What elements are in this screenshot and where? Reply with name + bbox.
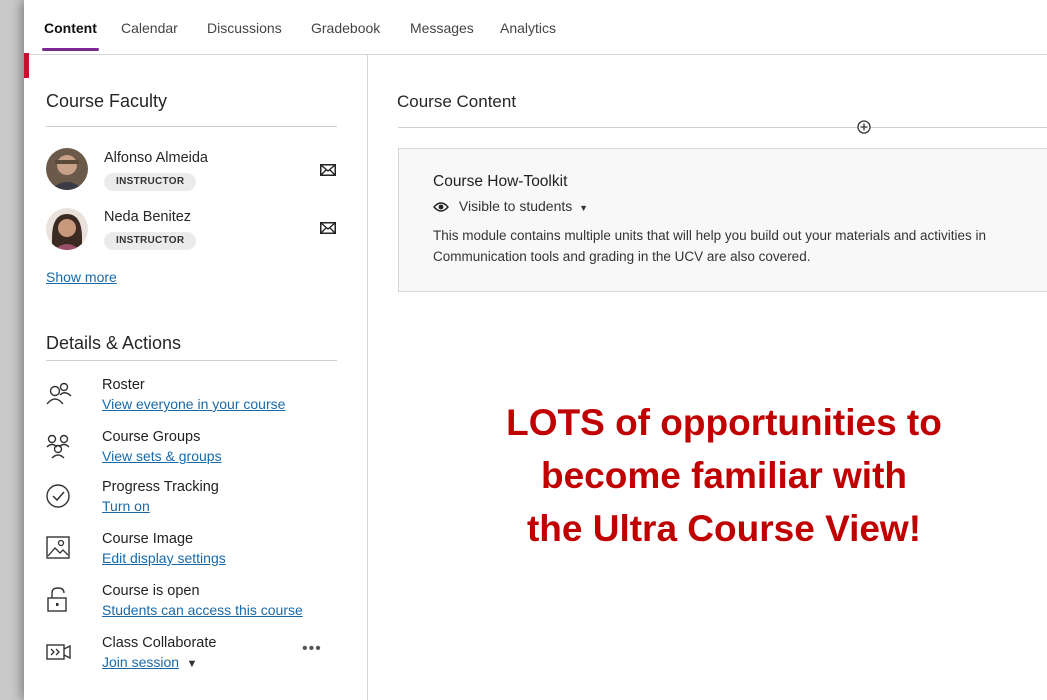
roster-icon bbox=[46, 382, 72, 405]
detail-course-open: Course is open Students can access this … bbox=[46, 583, 346, 627]
module-description: This module contains multiple units that… bbox=[433, 225, 1047, 267]
headline-line: become familiar with bbox=[541, 455, 907, 496]
check-circle-icon bbox=[46, 484, 70, 508]
groups-icon bbox=[46, 434, 70, 459]
headline-line: LOTS of opportunities to bbox=[506, 402, 942, 443]
detail-title: Progress Tracking bbox=[102, 479, 219, 495]
add-content-icon[interactable] bbox=[857, 120, 871, 134]
detail-class-collaborate: Class Collaborate Join session ▼ bbox=[46, 635, 346, 679]
image-icon bbox=[46, 536, 70, 559]
divider bbox=[46, 126, 337, 127]
detail-title: Course Groups bbox=[102, 429, 201, 445]
left-sidebar: Course Faculty Alfonso Almeida INSTRUCTO… bbox=[24, 54, 368, 700]
role-badge: INSTRUCTOR bbox=[104, 173, 197, 191]
detail-title: Class Collaborate bbox=[102, 635, 217, 651]
view-roster-link[interactable]: View everyone in your course bbox=[102, 396, 285, 412]
detail-title: Roster bbox=[102, 377, 145, 393]
edit-display-settings-link[interactable]: Edit display settings bbox=[102, 550, 226, 566]
join-session-control[interactable]: Join session ▼ bbox=[102, 654, 197, 672]
role-badge: INSTRUCTOR bbox=[104, 232, 197, 250]
visibility-dropdown[interactable]: Visible to students ▼ bbox=[433, 198, 588, 214]
detail-course-groups: Course Groups View sets & groups bbox=[46, 429, 346, 473]
divider bbox=[398, 127, 1047, 128]
show-more-link[interactable]: Show more bbox=[46, 269, 117, 285]
tab-analytics[interactable]: Analytics bbox=[500, 20, 556, 36]
tab-calendar[interactable]: Calendar bbox=[121, 20, 178, 36]
mail-icon[interactable] bbox=[320, 164, 336, 176]
avatar[interactable] bbox=[46, 208, 88, 250]
detail-title: Course is open bbox=[102, 583, 200, 599]
detail-course-image: Course Image Edit display settings bbox=[46, 531, 346, 575]
join-session-link[interactable]: Join session bbox=[102, 654, 179, 670]
unlock-icon bbox=[47, 587, 67, 612]
chevron-down-icon[interactable]: ▼ bbox=[187, 658, 198, 670]
turn-on-link[interactable]: Turn on bbox=[102, 498, 150, 514]
description-line: This module contains multiple units that… bbox=[433, 228, 987, 243]
tab-discussions[interactable]: Discussions bbox=[207, 20, 282, 36]
top-navigation: Content Calendar Discussions Gradebook M… bbox=[24, 0, 1047, 55]
promo-headline: LOTS of opportunities to become familiar… bbox=[444, 396, 1004, 555]
description-line: Communication tools and grading in the U… bbox=[433, 249, 811, 264]
details-actions-title: Details & Actions bbox=[46, 333, 182, 353]
detail-progress-tracking: Progress Tracking Turn on bbox=[46, 479, 346, 523]
divider bbox=[46, 360, 337, 361]
view-groups-link[interactable]: View sets & groups bbox=[102, 448, 222, 464]
tab-gradebook[interactable]: Gradebook bbox=[311, 20, 380, 36]
faculty-name[interactable]: Neda Benitez bbox=[104, 209, 191, 225]
faculty-name[interactable]: Alfonso Almeida bbox=[104, 150, 208, 166]
course-module-card[interactable]: Course How-Toolkit Visible to students ▼… bbox=[398, 148, 1047, 292]
more-options-icon[interactable]: ••• bbox=[302, 640, 322, 658]
module-title[interactable]: Course How-Toolkit bbox=[433, 173, 567, 191]
tab-content[interactable]: Content bbox=[42, 20, 99, 51]
course-faculty-title: Course Faculty bbox=[46, 91, 168, 111]
mail-icon[interactable] bbox=[320, 222, 336, 234]
detail-title: Course Image bbox=[102, 531, 194, 547]
course-content-title: Course Content bbox=[397, 92, 517, 111]
collaborate-icon bbox=[46, 644, 71, 660]
caret-down-icon[interactable]: ▼ bbox=[579, 203, 588, 213]
visibility-label[interactable]: Visible to students bbox=[459, 198, 572, 214]
tab-messages[interactable]: Messages bbox=[410, 20, 474, 36]
course-access-link[interactable]: Students can access this course bbox=[102, 602, 303, 618]
headline-line: the Ultra Course View! bbox=[526, 508, 922, 549]
eye-icon bbox=[433, 202, 449, 212]
accent-bar bbox=[24, 53, 29, 78]
app-frame: Content Calendar Discussions Gradebook M… bbox=[24, 0, 1047, 700]
avatar[interactable] bbox=[46, 148, 88, 190]
detail-roster: Roster View everyone in your course bbox=[46, 377, 346, 421]
